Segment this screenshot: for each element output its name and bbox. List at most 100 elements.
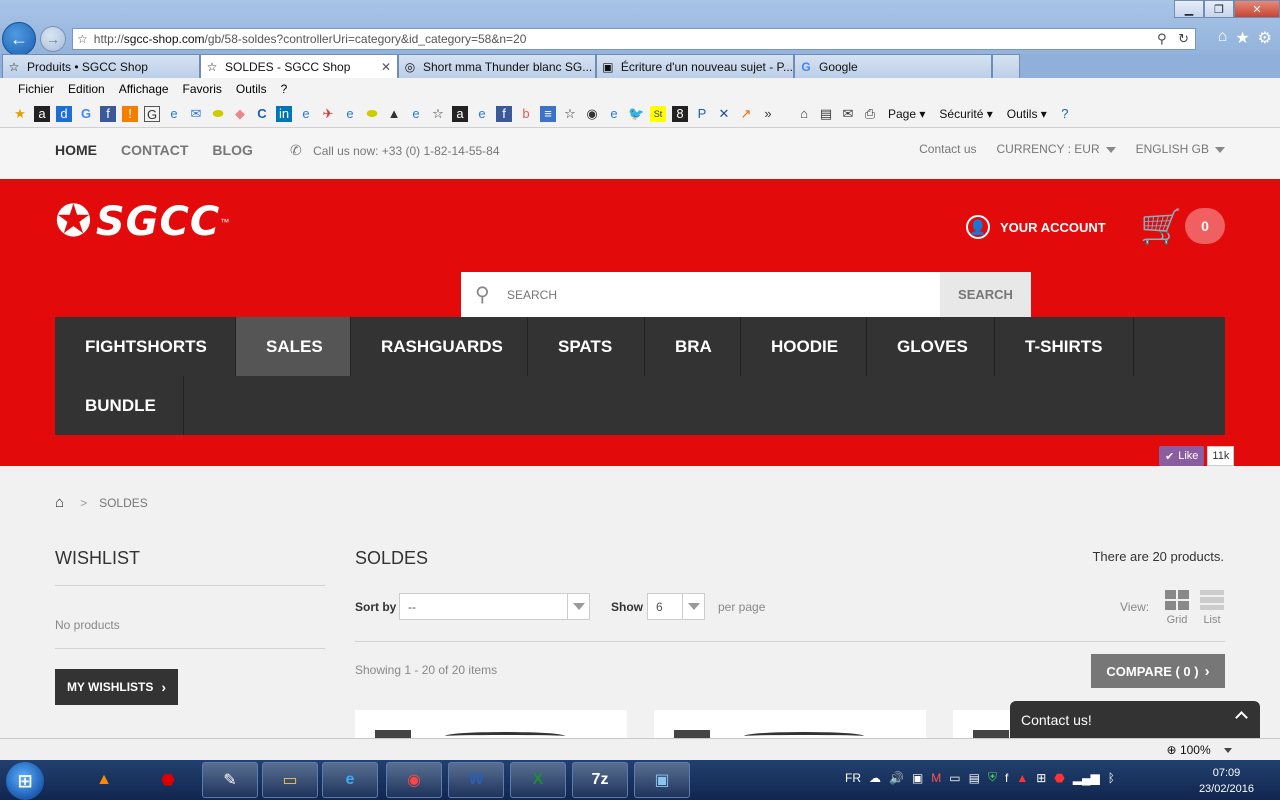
word-icon[interactable]: W — [448, 762, 504, 798]
forward-button[interactable]: → — [40, 26, 66, 52]
search-button[interactable]: SEARCH — [940, 272, 1031, 317]
c-icon[interactable]: C — [254, 106, 270, 122]
page-icon[interactable]: e — [606, 106, 622, 122]
windows-icon[interactable]: ⊞ — [1036, 771, 1046, 785]
category-tshirts[interactable]: T-SHIRTS — [995, 317, 1134, 376]
address-bar[interactable]: ☆ http://sgcc-shop.com/gb/58-soldes?cont… — [72, 28, 1196, 50]
ie-page-icon[interactable]: e — [166, 106, 182, 122]
menu-outils[interactable]: Outils — [236, 82, 267, 96]
nav-blog[interactable]: BLOG — [212, 142, 252, 158]
cart-icon[interactable]: 🛒 — [1140, 207, 1182, 247]
linkedin-icon[interactable]: in — [276, 105, 292, 122]
search-icon[interactable]: ⚲ — [1157, 31, 1167, 46]
category-hoodie[interactable]: HOODIE — [741, 317, 867, 376]
category-rashguards[interactable]: RASHGUARDS — [351, 317, 528, 376]
p-icon[interactable]: P — [694, 106, 710, 122]
category-bra[interactable]: BRA — [645, 317, 741, 376]
view-list-button[interactable]: List — [1200, 590, 1224, 626]
rss-icon[interactable]: ▤ — [818, 106, 834, 122]
star-icon[interactable]: ☆ — [430, 106, 446, 122]
compare-button[interactable]: COMPARE ( 0 ) › — [1091, 654, 1225, 688]
mail-icon[interactable]: ✉ — [188, 106, 204, 122]
page-icon[interactable]: e — [474, 106, 490, 122]
dark-icon[interactable]: 8 — [672, 105, 688, 122]
your-account[interactable]: 👤 YOUR ACCOUNT — [966, 215, 1106, 239]
blogger-icon[interactable]: ! — [122, 105, 138, 122]
shield-icon[interactable]: ⛨ — [988, 770, 997, 785]
like-button[interactable]: ✔ Like — [1159, 446, 1205, 466]
steg-icon[interactable]: St — [650, 105, 666, 122]
contact-us-link[interactable]: Contact us — [919, 142, 976, 156]
tools-menu[interactable]: Outils ▾ — [1007, 107, 1047, 121]
close-tab-icon[interactable]: ✕ — [381, 60, 391, 74]
clock[interactable]: 07:09 23/02/2016 — [1199, 765, 1254, 797]
tab-short-mma[interactable]: ◎ Short mma Thunder blanc SG... — [398, 54, 596, 78]
print-icon[interactable]: ⎙ — [862, 106, 878, 122]
close-window-button[interactable]: ✕ — [1234, 0, 1280, 18]
box-icon[interactable]: ◆ — [232, 106, 248, 122]
category-fightshorts[interactable]: FIGHTSHORTS — [55, 317, 236, 376]
my-wishlists-button[interactable]: MY WISHLISTS › — [55, 669, 178, 705]
search-input[interactable] — [507, 287, 927, 302]
refresh-icon[interactable]: ↻ — [1178, 31, 1189, 46]
google-box-icon[interactable]: G — [144, 105, 160, 122]
maximize-button[interactable]: ❐ — [1204, 0, 1234, 18]
menu-fichier[interactable]: Fichier — [18, 82, 54, 96]
star-icon[interactable]: ☆ — [562, 106, 578, 122]
gmail-icon[interactable]: M — [931, 771, 941, 785]
category-sales[interactable]: SALES — [236, 317, 351, 376]
facebook-icon[interactable]: f — [496, 105, 512, 122]
photo-viewer-icon[interactable]: ▣ — [634, 762, 690, 798]
product-card[interactable] — [355, 710, 627, 740]
settings-gear-icon[interactable]: ⚙ — [1258, 28, 1272, 48]
volume-icon[interactable]: 🔊 — [889, 771, 904, 785]
tab-google[interactable]: G Google — [794, 54, 992, 78]
product-card[interactable] — [654, 710, 926, 740]
mail-icon[interactable]: ✉ — [840, 106, 856, 122]
contact-widget[interactable]: Contact us! — [1010, 701, 1260, 738]
acrobat-icon[interactable]: ⬣ — [140, 762, 196, 798]
b-icon[interactable]: b — [518, 106, 534, 122]
nav-contact[interactable]: CONTACT — [121, 142, 188, 158]
page-icon[interactable]: e — [342, 106, 358, 122]
minimize-button[interactable]: ▁ — [1174, 0, 1204, 18]
bluetooth-icon[interactable]: ᛒ — [1108, 771, 1115, 785]
cloud-icon[interactable]: ⬬ — [364, 106, 380, 122]
tab-ecriture[interactable]: ▣ Écriture d'un nouveau sujet - P... — [596, 54, 794, 78]
avira-icon[interactable]: ▲ — [1016, 771, 1028, 785]
menu-affichage[interactable]: Affichage — [119, 82, 169, 96]
ie-icon[interactable]: e — [322, 762, 378, 798]
notepad-icon[interactable]: ✎ — [202, 762, 258, 798]
list-icon[interactable]: ≡ — [540, 105, 556, 122]
twitter-icon[interactable]: 🐦 — [628, 106, 644, 122]
amazon-icon[interactable]: a — [452, 105, 468, 122]
view-grid-button[interactable]: Grid — [1165, 590, 1189, 626]
category-bundle[interactable]: BUNDLE — [55, 376, 184, 435]
facebook-icon[interactable]: f — [1005, 771, 1008, 785]
acrobat-tray-icon[interactable]: ⬣ — [1054, 771, 1064, 785]
bird-icon[interactable]: ✈ — [320, 106, 336, 122]
dashlane-icon[interactable]: d — [56, 105, 72, 122]
home-icon[interactable]: ⌂ — [1218, 28, 1228, 48]
back-button[interactable]: ← — [2, 22, 36, 56]
explorer-icon[interactable]: ▭ — [262, 762, 318, 798]
amazon-icon[interactable]: a — [34, 105, 50, 122]
google-icon[interactable]: G — [78, 106, 94, 122]
language-indicator[interactable]: FR — [845, 771, 861, 785]
per-page-select[interactable]: 6 — [647, 593, 705, 620]
page-icon[interactable]: e — [408, 106, 424, 122]
adidas-icon[interactable]: ▲ — [386, 106, 402, 122]
page-icon[interactable]: e — [298, 106, 314, 122]
monitor-icon[interactable]: ▭ — [949, 771, 960, 785]
new-tab-button[interactable] — [992, 54, 1020, 78]
nav-home[interactable]: HOME — [55, 142, 97, 158]
site-icon[interactable]: ◉ — [584, 106, 600, 122]
excel-icon[interactable]: X — [510, 762, 566, 798]
signal-icon[interactable]: ▂▄▆ — [1073, 771, 1100, 785]
tab-soldes[interactable]: ☆ SOLDES - SGCC Shop ✕ — [200, 54, 398, 78]
category-spats[interactable]: SPATS — [528, 317, 645, 376]
currency-selector[interactable]: CURRENCY : EUR — [997, 142, 1116, 156]
home-icon[interactable]: ⌂ — [55, 494, 64, 511]
category-gloves[interactable]: GLOVES — [867, 317, 995, 376]
7zip-icon[interactable]: 7z — [572, 762, 628, 798]
